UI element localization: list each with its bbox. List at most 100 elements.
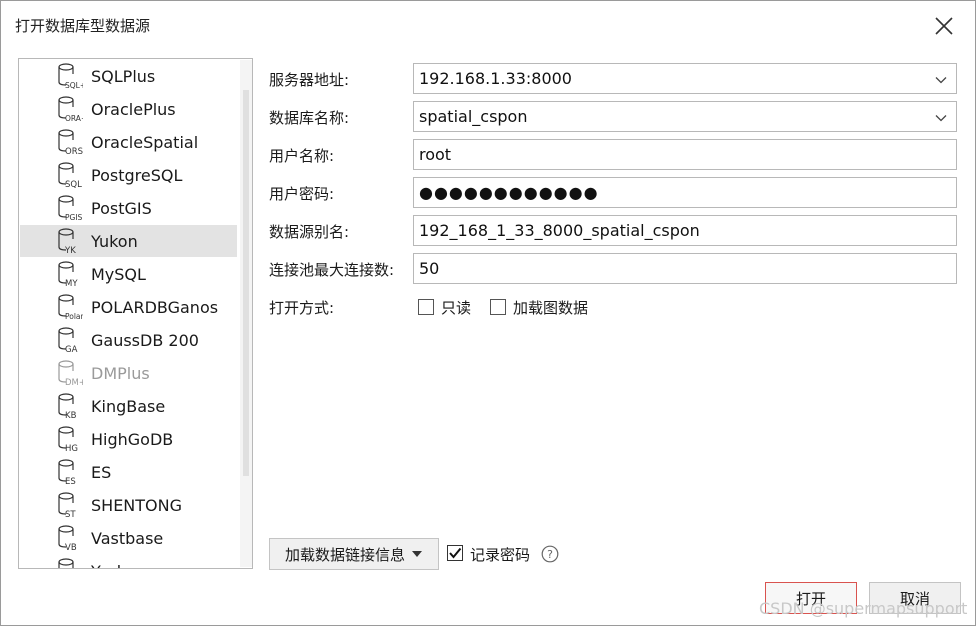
chevron-down-icon[interactable] (934, 111, 948, 125)
database-icon: ORA+ (58, 96, 83, 123)
db-list-item-label: GaussDB 200 (91, 330, 199, 350)
db-list-item[interactable]: Polar POLARDBGanos (20, 291, 237, 323)
db-list-item-label: Yukon (91, 231, 138, 251)
server-address-value: 192.168.1.33:8000 (419, 69, 572, 88)
database-name-combo[interactable]: spatial_cspon (413, 101, 957, 132)
db-list-item-label: Yashan (91, 562, 147, 569)
database-icon-tag: MY (65, 279, 78, 288)
datasource-alias-input[interactable]: 192_168_1_33_8000_spatial_cspon (413, 215, 957, 246)
checkmark-icon (449, 547, 462, 559)
title-bar: 打开数据库型数据源 (1, 1, 975, 51)
database-icon-tag: VB (65, 543, 77, 552)
database-icon-tag: GA (65, 345, 78, 354)
db-list-item[interactable]: HG HighGoDB (20, 423, 237, 455)
db-list-item[interactable]: ES ES (20, 456, 237, 488)
db-list-item[interactable]: ORA+ OraclePlus (20, 93, 237, 125)
pool-max-connections-label: 连接池最大连接数: (269, 261, 395, 279)
database-name-value: spatial_cspon (419, 107, 528, 126)
server-address-combo[interactable]: 192.168.1.33:8000 (413, 63, 957, 94)
readonly-checkbox[interactable] (418, 299, 434, 315)
db-list-item[interactable]: SQL PostgreSQL (20, 159, 237, 191)
database-icon-tag: ORA+ (65, 114, 83, 123)
db-list-item-label: SHENTONG (91, 495, 182, 515)
list-scrollbar-thumb[interactable] (243, 90, 249, 476)
user-name-value: root (419, 145, 452, 164)
database-icon (58, 558, 74, 568)
database-icon: VB (58, 525, 77, 552)
db-list-item[interactable]: DM+ DMPlus (20, 357, 237, 389)
db-list-item-label: MySQL (91, 264, 146, 284)
database-icon: ES (58, 459, 76, 486)
database-icon: YK (58, 228, 76, 255)
user-name-label: 用户名称: (269, 147, 335, 165)
db-list-item[interactable]: KB KingBase (20, 390, 237, 422)
database-type-list[interactable]: SQL+ SQLPlus ORA+ OraclePlus ORS OracleSpatia… (18, 58, 253, 569)
pool-max-connections-input[interactable]: 50 (413, 253, 957, 284)
db-list-item[interactable]: Yashan (20, 555, 237, 569)
user-password-label: 用户密码: (269, 185, 335, 203)
database-icon-tag: PGIS (65, 213, 83, 222)
database-icon-tag: YK (64, 246, 76, 255)
user-name-input[interactable]: root (413, 139, 957, 170)
database-icon: ORS (58, 129, 83, 156)
user-password-input[interactable]: ●●●●●●●●●●●● (413, 177, 957, 208)
db-list-item-label: KingBase (91, 396, 166, 416)
close-icon (935, 17, 953, 35)
load-connection-info-button[interactable]: 加载数据链接信息 (269, 538, 439, 570)
chevron-down-icon[interactable] (934, 73, 948, 87)
database-name-label: 数据库名称: (269, 109, 350, 127)
db-list-item[interactable]: GA GaussDB 200 (20, 324, 237, 356)
database-icon: SQL (58, 162, 82, 189)
database-icon: HG (58, 426, 78, 453)
user-password-value: ●●●●●●●●●●●● (419, 183, 599, 202)
database-icon: DM+ (58, 360, 83, 387)
database-icon-tag: DM+ (65, 378, 83, 387)
remember-password-checkbox[interactable] (447, 545, 463, 561)
db-list-item-label: SQLPlus (91, 66, 156, 86)
db-list-item[interactable]: ST SHENTONG (20, 489, 237, 521)
close-button[interactable] (931, 13, 957, 39)
help-icon[interactable]: ? (541, 545, 559, 563)
database-icon: ST (58, 492, 76, 519)
database-icon-tag: Polar (65, 312, 83, 321)
datasource-alias-value: 192_168_1_33_8000_spatial_cspon (419, 221, 700, 240)
database-icon-tag: HG (65, 444, 78, 453)
db-list-item[interactable]: PGIS PostGIS (20, 192, 237, 224)
load-connection-info-label: 加载数据链接信息 (284, 545, 405, 564)
server-address-label: 服务器地址: (269, 71, 350, 89)
db-list-item[interactable]: MY MySQL (20, 258, 237, 290)
svg-text:?: ? (547, 548, 553, 561)
database-icon: Polar (58, 294, 83, 321)
db-list-item-label: Vastbase (91, 528, 164, 548)
db-list-item-label: HighGoDB (91, 429, 174, 449)
dialog-title: 打开数据库型数据源 (15, 17, 151, 35)
watermark: CSDN @supermapsupport (759, 599, 968, 618)
load-map-data-checkbox[interactable] (490, 299, 506, 315)
db-list-item[interactable]: VB Vastbase (20, 522, 237, 554)
db-list-item-label: OracleSpatial (91, 132, 199, 152)
database-icon-tag: ST (65, 510, 76, 519)
db-list-item-label: PostGIS (91, 198, 152, 218)
database-icon: SQL+ (58, 63, 83, 90)
db-list-item[interactable]: YK Yukon (20, 225, 237, 257)
database-icon-tag: ES (65, 477, 76, 486)
db-list-item-label: DMPlus (91, 363, 150, 383)
caret-down-icon (412, 551, 422, 557)
db-list-item-label: ES (91, 462, 112, 482)
database-icon-tag: KB (65, 411, 77, 420)
open-database-datasource-dialog: 打开数据库型数据源 SQL+ SQLPlus ORA+ OraclePlus ORS Or… (0, 0, 976, 626)
database-icon: GA (58, 327, 78, 354)
pool-max-connections-value: 50 (419, 259, 440, 278)
list-scrollbar[interactable] (240, 60, 252, 567)
remember-password-label: 记录密码 (470, 546, 531, 564)
db-list-item[interactable]: SQL+ SQLPlus (20, 60, 237, 92)
database-icon-tag: SQL (65, 180, 82, 189)
db-list-item[interactable]: ORS OracleSpatial (20, 126, 237, 158)
db-list-item-label: OraclePlus (91, 99, 176, 119)
datasource-alias-label: 数据源别名: (269, 223, 350, 241)
db-list-item-label: POLARDBGanos (91, 297, 219, 317)
database-icon: MY (58, 261, 78, 288)
open-mode-label: 打开方式: (269, 299, 335, 317)
load-map-data-label: 加载图数据 (513, 299, 589, 317)
database-icon-tag: SQL+ (65, 81, 83, 90)
